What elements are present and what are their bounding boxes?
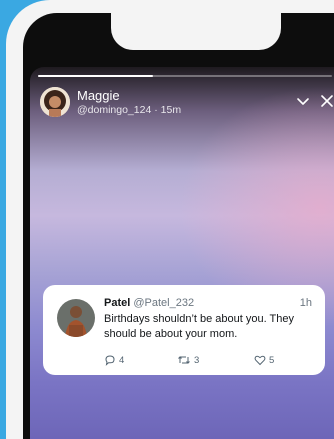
story-progress-fill (38, 75, 153, 77)
tweet-author-avatar[interactable] (57, 299, 95, 337)
author-meta: @domingo_124 · 15m (77, 104, 181, 116)
tweet-card[interactable]: Patel @Patel_232 1h Birthdays shouldn’t … (43, 285, 325, 375)
story-progress-bar (38, 75, 332, 77)
tweet-text: Birthdays shouldn’t be about you. They s… (104, 313, 294, 340)
tweet-author-handle[interactable]: @Patel_232 (133, 297, 194, 309)
retweet-button[interactable]: 3 (177, 354, 199, 366)
reply-count: 4 (119, 354, 125, 366)
retweet-count: 3 (194, 354, 200, 366)
story-timestamp: 15m (160, 104, 182, 116)
story-viewer[interactable]: Maggie @domingo_124 · 15m Patel @Patel_2… (30, 67, 334, 439)
like-button[interactable]: 5 (254, 354, 274, 366)
reply-icon (105, 355, 115, 366)
author-name[interactable]: Maggie (77, 88, 120, 103)
retweet-icon (178, 356, 190, 364)
phone-notch (111, 13, 281, 50)
tweet-timestamp: 1h (299, 297, 312, 309)
tweet-author-name[interactable]: Patel (104, 297, 130, 309)
meta-separator: · (151, 104, 161, 116)
tweet-header: Patel @Patel_232 (104, 297, 194, 309)
reply-button[interactable]: 4 (104, 354, 124, 366)
author-handle[interactable]: @domingo_124 (77, 104, 151, 116)
heart-icon (254, 355, 266, 366)
author-avatar[interactable] (40, 87, 70, 117)
phone-screen: Maggie @domingo_124 · 15m Patel @Patel_2… (23, 13, 334, 439)
phone-frame: Maggie @domingo_124 · 15m Patel @Patel_2… (6, 0, 334, 439)
like-count: 5 (269, 354, 275, 366)
chevron-down-icon[interactable] (295, 93, 311, 109)
close-icon[interactable] (319, 93, 334, 109)
